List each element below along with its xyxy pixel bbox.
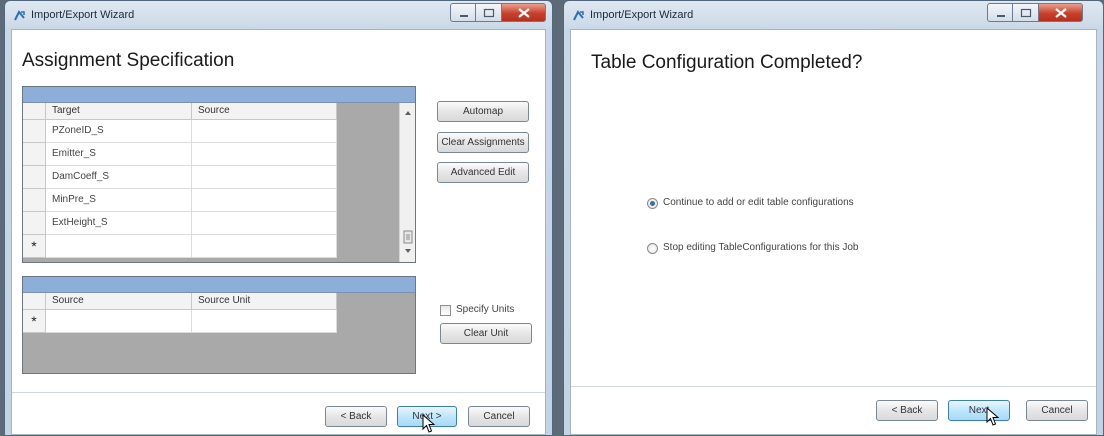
back-button[interactable]: < Back: [876, 400, 938, 421]
back-button[interactable]: < Back: [325, 406, 387, 427]
grid-vertical-scrollbar[interactable]: [399, 103, 415, 262]
source-cell[interactable]: [192, 189, 337, 212]
clear-unit-button[interactable]: Clear Unit: [440, 323, 532, 344]
source-cell[interactable]: [192, 143, 337, 166]
new-row-source-unit-cell[interactable]: [192, 310, 337, 333]
close-icon: [1055, 8, 1067, 18]
unit-grid[interactable]: Source Source Unit *: [22, 276, 416, 374]
new-row-header[interactable]: *: [23, 235, 46, 258]
column-header-source-unit[interactable]: Source Unit: [192, 293, 337, 310]
wizard-app-icon: [573, 10, 584, 21]
continue-option-label: Continue to add or edit table configurat…: [663, 197, 854, 208]
column-header-source[interactable]: Source: [46, 293, 192, 310]
close-button[interactable]: [502, 3, 546, 22]
new-row-source-cell[interactable]: [46, 310, 192, 333]
cancel-button[interactable]: Cancel: [468, 406, 530, 427]
scrollbar-arrows-icon: [403, 111, 413, 253]
unit-grid-header-band: [23, 277, 415, 293]
automap-button[interactable]: Automap: [437, 101, 529, 122]
maximize-icon: [483, 8, 495, 18]
caption-buttons: [987, 3, 1083, 22]
minimize-icon: [997, 15, 1005, 17]
minimize-button[interactable]: [450, 3, 476, 22]
assignment-grid[interactable]: Target Source PZoneID_S Emitter_S DamCoe…: [22, 86, 416, 263]
row-header[interactable]: [23, 212, 46, 235]
close-icon: [518, 8, 530, 18]
title-bar: Import/Export Wizard: [564, 1, 1103, 29]
grid-corner-cell: [23, 293, 46, 310]
target-cell[interactable]: PZoneID_S: [46, 120, 192, 143]
page-title: Assignment Specification: [22, 50, 235, 71]
target-cell[interactable]: ExtHeight_S: [46, 212, 192, 235]
mouse-cursor-icon: [986, 407, 1000, 426]
caption-buttons: [450, 3, 546, 22]
advanced-edit-button[interactable]: Advanced Edit: [437, 162, 529, 183]
stop-editing-radio[interactable]: [647, 243, 658, 254]
row-header[interactable]: [23, 120, 46, 143]
new-row-header[interactable]: *: [23, 310, 46, 333]
clear-assignments-button[interactable]: Clear Assignments: [437, 132, 529, 153]
mouse-cursor-icon: [422, 414, 436, 433]
source-cell[interactable]: [192, 166, 337, 189]
next-button[interactable]: Next: [948, 400, 1010, 421]
window-title: Import/Export Wizard: [31, 9, 135, 21]
row-header[interactable]: [23, 143, 46, 166]
row-header[interactable]: [23, 166, 46, 189]
maximize-icon: [1020, 8, 1032, 18]
target-cell[interactable]: DamCoeff_S: [46, 166, 192, 189]
assignment-grid-header-band: [23, 87, 415, 103]
window-title: Import/Export Wizard: [590, 9, 694, 21]
source-cell[interactable]: [192, 212, 337, 235]
row-header[interactable]: [23, 189, 46, 212]
wizard-client-area: Table Configuration Completed? Continue …: [570, 29, 1097, 435]
minimize-icon: [460, 15, 468, 17]
continue-radio[interactable]: [647, 198, 658, 209]
maximize-button[interactable]: [476, 3, 502, 22]
target-cell[interactable]: MinPre_S: [46, 189, 192, 212]
minimize-button[interactable]: [987, 3, 1013, 22]
close-button[interactable]: [1039, 3, 1083, 22]
wizard-client-area: Assignment Specification Target Source P…: [11, 29, 546, 435]
specify-units-label: Specify Units: [456, 304, 515, 315]
target-cell[interactable]: Emitter_S: [46, 143, 192, 166]
wizard-window-left: Import/Export Wizard Assignment Specific…: [4, 0, 553, 436]
wizard-app-icon: [14, 10, 25, 21]
source-cell[interactable]: [192, 120, 337, 143]
new-row-source-cell[interactable]: [192, 235, 337, 258]
new-row-target-cell[interactable]: [46, 235, 192, 258]
cancel-button[interactable]: Cancel: [1026, 400, 1088, 421]
wizard-window-right: Import/Export Wizard Table Configuration…: [563, 0, 1104, 436]
grid-corner-cell: [23, 103, 46, 120]
specify-units-checkbox[interactable]: [440, 305, 451, 316]
page-title: Table Configuration Completed?: [591, 52, 863, 73]
column-header-source[interactable]: Source: [192, 103, 337, 120]
column-header-target[interactable]: Target: [46, 103, 192, 120]
footer-separator: [12, 392, 545, 393]
stop-editing-option-label: Stop editing TableConfigurations for thi…: [663, 242, 859, 253]
maximize-button[interactable]: [1013, 3, 1039, 22]
footer-separator: [571, 386, 1096, 387]
title-bar: Import/Export Wizard: [5, 1, 552, 29]
